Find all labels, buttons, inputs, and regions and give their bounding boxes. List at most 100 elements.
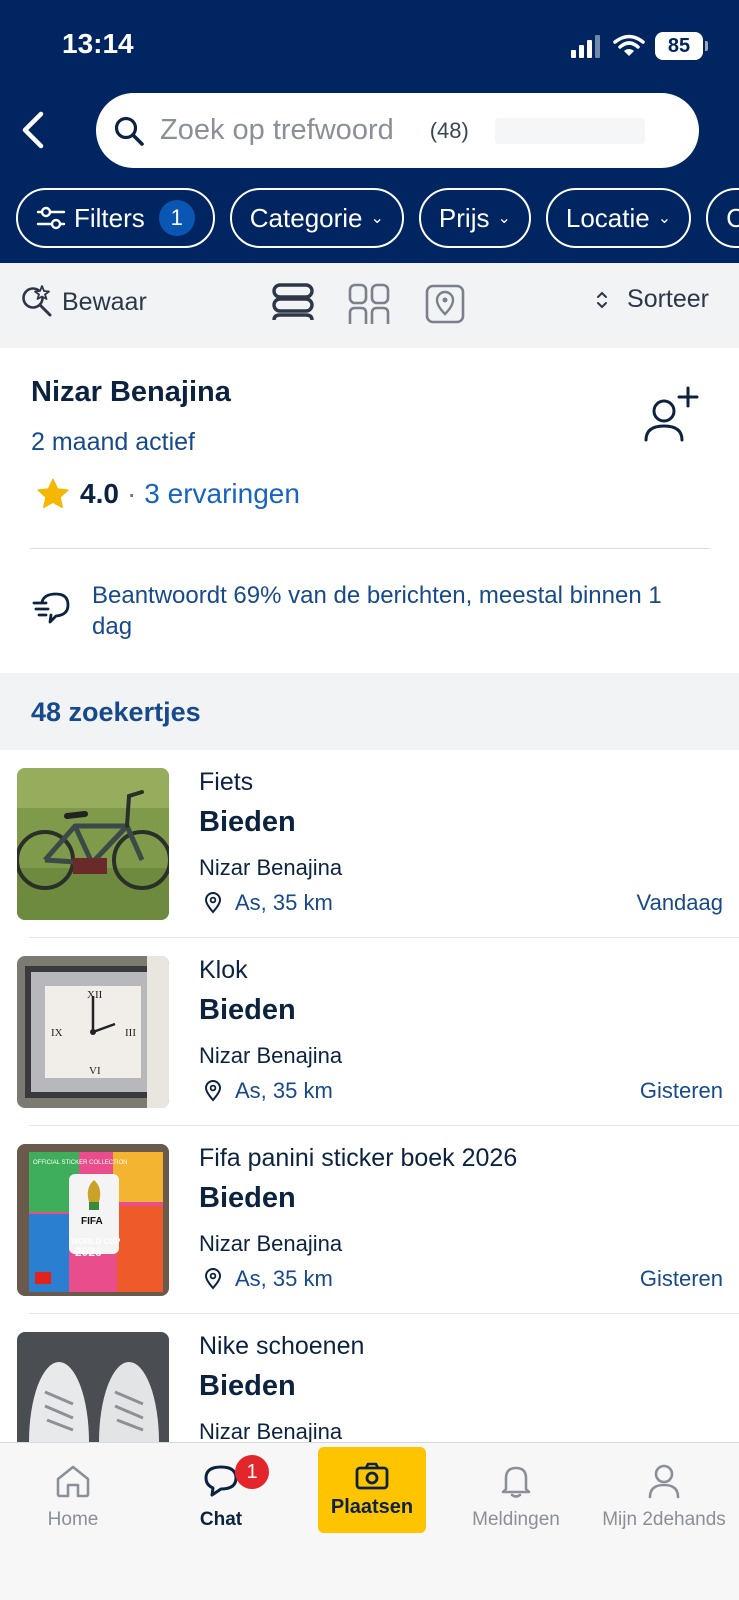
location-pin-icon [205, 892, 221, 914]
results-count-bar: 48 zoekertjes [0, 673, 739, 750]
bicycle-image [17, 768, 169, 920]
map-view-icon[interactable] [422, 281, 468, 327]
view-mode-switcher [270, 281, 468, 327]
nav-home-label: Home [47, 1509, 99, 1530]
location-pin-icon [205, 1080, 221, 1102]
save-search-icon [22, 285, 52, 317]
search-input[interactable]: Zoek op trefwoord (48) [96, 93, 699, 168]
results-toolbar: Bewaar Sorteer [0, 263, 739, 348]
search-icon [112, 114, 146, 148]
search-ghost-bar [494, 117, 645, 144]
sort-label: Sorteer [627, 285, 709, 313]
svg-text:VI: VI [89, 1065, 101, 1077]
listing-title: Fifa panini sticker boek 2026 [199, 1144, 518, 1172]
app-header: 13:14 85 Zoek op trefwoord (48) Filters … [0, 0, 739, 263]
battery-indicator: 85 [655, 32, 708, 60]
save-search-button[interactable]: Bewaar [20, 285, 147, 319]
listing-price: Bieden [199, 806, 296, 838]
listing-title: Klok [199, 956, 248, 984]
listing-location: As, 35 km [205, 1078, 333, 1104]
wifi-icon [613, 34, 645, 56]
rating-separator: · [126, 478, 137, 509]
filters-chip-label: Filters [74, 202, 145, 233]
listing-location-text: As, 35 km [235, 1078, 333, 1103]
nav-home[interactable]: Home [3, 1461, 143, 1531]
chevron-down-icon: ⌄ [497, 210, 511, 227]
chevron-left-icon [22, 111, 44, 149]
filters-count-badge: 1 [158, 200, 195, 236]
listing-seller: Nizar Benajina [199, 1043, 343, 1068]
results-count: 48 zoekertjes [31, 697, 201, 727]
follow-seller-button[interactable] [641, 384, 701, 446]
listing-thumbnail [17, 768, 169, 920]
nav-chat[interactable]: Chat 1 [151, 1455, 291, 1531]
divider [30, 548, 709, 549]
category-chip[interactable]: Categorie ⌄ [229, 188, 404, 248]
chevron-down-icon: ⌄ [657, 210, 672, 227]
filters-chip[interactable]: Filters 1 [16, 188, 215, 248]
clock-image: XII III VI IX [17, 956, 169, 1108]
sliders-icon [36, 206, 66, 230]
list-view-icon[interactable] [270, 281, 316, 327]
listing-thumbnail: XII III VI IX [17, 956, 169, 1108]
listing-item[interactable]: Nike schoenen Bieden Nizar Benajina [0, 1314, 739, 1442]
condition-chip-label: Co [726, 202, 739, 233]
listing-date: Gisteren [639, 1266, 723, 1291]
location-chip-label: Locatie [565, 202, 650, 233]
place-ad-label: Plaatsen [330, 1495, 414, 1518]
album-fifa-text: FIFA [81, 1216, 103, 1227]
listing-list: Fiets Bieden Nizar Benajina As, 35 km Va… [0, 750, 739, 1442]
status-time: 13:14 [62, 28, 134, 59]
sneakers-image [17, 1332, 169, 1442]
listing-title: Nike schoenen [199, 1332, 365, 1360]
response-rate-text: Beantwoordt 69% van de berichten, meesta… [92, 582, 662, 640]
seller-name: Nizar Benajina [31, 376, 231, 408]
filter-chip-bar: Filters 1 Categorie ⌄ Prijs ⌄ Locatie ⌄ … [16, 188, 739, 248]
category-chip-label: Categorie [249, 202, 363, 233]
svg-text:III: III [125, 1027, 136, 1039]
listing-seller: Nizar Benajina [199, 1231, 343, 1256]
signal-icon [571, 35, 600, 58]
save-search-label: Bewaar [62, 287, 147, 316]
listing-seller: Nizar Benajina [199, 855, 343, 880]
sort-button[interactable]: Sorteer [595, 285, 709, 314]
fast-reply-icon [32, 592, 70, 624]
listing-location: As, 35 km [205, 890, 333, 916]
nav-account-label: Mijn 2dehands [602, 1509, 726, 1530]
reviews-link[interactable]: 3 ervaringen [144, 478, 300, 510]
svg-text:XII: XII [87, 989, 103, 1001]
seller-active-duration: 2 maand actief [31, 428, 195, 456]
listing-price: Bieden [199, 1370, 296, 1402]
listing-location: As, 35 km [205, 1266, 333, 1292]
listing-thumbnail [17, 1332, 169, 1442]
listing-price: Bieden [199, 994, 296, 1026]
bell-icon [501, 1466, 531, 1498]
listing-item[interactable]: Fiets Bieden Nizar Benajina As, 35 km Va… [0, 750, 739, 938]
listing-item[interactable]: OFFICIAL STICKER COLLECTION FIFA WORLD C… [0, 1126, 739, 1314]
location-pin-icon [205, 1268, 221, 1290]
price-chip[interactable]: Prijs ⌄ [418, 188, 531, 248]
condition-chip[interactable]: Co [706, 188, 739, 248]
nav-notifications[interactable]: Meldingen [446, 1461, 586, 1531]
location-chip[interactable]: Locatie ⌄ [545, 188, 692, 248]
status-bar: 13:14 85 [0, 0, 739, 90]
listing-date: Vandaag [636, 890, 723, 915]
seller-rating: 4.0 · 3 ervaringen [36, 478, 300, 510]
grid-view-icon[interactable] [346, 281, 392, 327]
camera-icon [355, 1462, 389, 1489]
listing-price: Bieden [199, 1182, 296, 1214]
listing-item[interactable]: XII III VI IX Klok Bieden Nizar Benajina A… [0, 938, 739, 1126]
listing-thumbnail: OFFICIAL STICKER COLLECTION FIFA WORLD C… [17, 1144, 169, 1296]
star-icon [37, 478, 69, 509]
bottom-navigation: Home Chat 1 Plaatsen Meldingen Mijn 2deh… [0, 1442, 739, 1600]
price-chip-label: Prijs [438, 202, 490, 233]
listing-date: Gisteren [639, 1078, 723, 1103]
nav-notifications-label: Meldingen [472, 1509, 560, 1530]
listing-seller: Nizar Benajina [199, 1419, 343, 1442]
place-ad-button[interactable]: Plaatsen [318, 1447, 426, 1533]
listing-title: Fiets [199, 768, 254, 796]
home-icon [56, 1465, 90, 1498]
rating-value: 4.0 [80, 478, 119, 509]
nav-account[interactable]: Mijn 2dehands [594, 1461, 734, 1531]
back-button[interactable] [12, 108, 52, 152]
